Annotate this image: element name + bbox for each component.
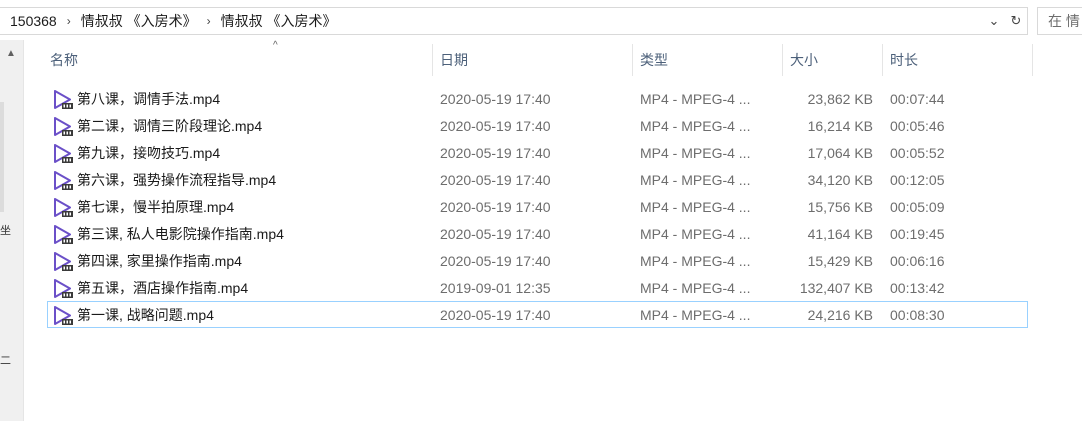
sort-ascending-icon: ^ — [273, 40, 278, 51]
file-duration: 00:05:52 — [890, 145, 945, 161]
file-duration: 00:12:05 — [890, 172, 945, 188]
file-type: MP4 - MPEG-4 ... — [640, 172, 751, 188]
navigation-pane[interactable]: ▲ 坐 二 — [0, 40, 24, 421]
breadcrumb-chevron-icon[interactable]: › — [203, 14, 215, 28]
file-type: MP4 - MPEG-4 ... — [640, 145, 751, 161]
file-row[interactable]: 第六课，强势操作流程指导.mp4 2020-05-19 17:40 MP4 - MP… — [47, 166, 1028, 193]
file-row[interactable]: 第五课，酒店操作指南.mp4 2019-09-01 12:35 MP4 - MPEG… — [47, 274, 1028, 301]
file-name: 第三课, 私人电影院操作指南.mp4 — [77, 226, 284, 242]
column-divider[interactable] — [782, 44, 783, 76]
file-row[interactable]: 第二课，调情三阶段理论.mp4 2020-05-19 17:40 MP4 - MPE… — [47, 112, 1028, 139]
video-file-icon — [52, 225, 74, 245]
file-type: MP4 - MPEG-4 ... — [640, 199, 751, 215]
refresh-icon[interactable]: ↻ — [1005, 8, 1027, 34]
column-header-date[interactable]: 日期 — [440, 44, 468, 76]
file-duration: 00:07:44 — [890, 91, 945, 107]
nav-item-fragment[interactable]: 二 — [0, 352, 11, 368]
file-type: MP4 - MPEG-4 ... — [640, 91, 751, 107]
search-input[interactable]: 在 情 — [1037, 7, 1082, 35]
breadcrumb-chevron-icon[interactable]: › — [63, 14, 75, 28]
file-date: 2020-05-19 17:40 — [440, 172, 551, 188]
address-dropdown-icon[interactable]: ⌄ — [983, 8, 1005, 34]
column-divider[interactable] — [432, 44, 433, 76]
file-duration: 00:08:30 — [890, 307, 945, 323]
nav-scrollbar-thumb[interactable] — [0, 102, 4, 212]
file-date: 2020-05-19 17:40 — [440, 199, 551, 215]
file-size: 41,164 KB — [807, 226, 873, 242]
file-date: 2020-05-19 17:40 — [440, 253, 551, 269]
column-divider[interactable] — [1032, 44, 1033, 76]
video-file-icon — [52, 171, 74, 191]
column-header-row: ^ 名称 日期 类型 大小 时长 — [40, 40, 1033, 76]
file-size: 34,120 KB — [807, 172, 873, 188]
video-file-icon — [52, 144, 74, 164]
file-row[interactable]: 第八课，调情手法.mp4 2020-05-19 17:40 MP4 - MPEG-4… — [47, 85, 1028, 112]
file-row[interactable]: 第三课, 私人电影院操作指南.mp4 2020-05-19 17:40 MP4 - … — [47, 220, 1028, 247]
file-type: MP4 - MPEG-4 ... — [640, 118, 751, 134]
file-name: 第四课, 家里操作指南.mp4 — [77, 253, 242, 269]
file-name: 第二课，调情三阶段理论.mp4 — [77, 118, 263, 134]
file-size: 24,216 KB — [807, 307, 873, 323]
column-header-type[interactable]: 类型 — [640, 44, 668, 76]
file-type: MP4 - MPEG-4 ... — [640, 280, 751, 296]
file-duration: 00:06:16 — [890, 253, 945, 269]
file-date: 2020-05-19 17:40 — [440, 145, 551, 161]
file-list: 第八课，调情手法.mp4 2020-05-19 17:40 MP4 - MPEG-4… — [47, 85, 1028, 328]
column-divider[interactable] — [882, 44, 883, 76]
file-type: MP4 - MPEG-4 ... — [640, 226, 751, 242]
file-size: 15,756 KB — [807, 199, 873, 215]
column-header-name[interactable]: 名称 — [50, 44, 78, 76]
file-date: 2019-09-01 12:35 — [440, 280, 551, 296]
file-name: 第五课，酒店操作指南.mp4 — [77, 280, 249, 296]
file-row[interactable]: 第一课, 战略问题.mp4 2020-05-19 17:40 MP4 - MPEG-… — [47, 301, 1028, 328]
file-size: 17,064 KB — [807, 145, 873, 161]
address-bar[interactable]: 150368 › 情叔叔 《入房术》 › 情叔叔 《入房术》 ⌄ ↻ — [0, 7, 1028, 35]
column-divider[interactable] — [632, 44, 633, 76]
file-name: 第七课，慢半拍原理.mp4 — [77, 199, 235, 215]
breadcrumb-folder-2[interactable]: 情叔叔 《入房术》 — [215, 11, 343, 31]
file-name: 第六课，强势操作流程指导.mp4 — [77, 172, 277, 188]
scroll-up-icon[interactable]: ▲ — [6, 48, 16, 59]
breadcrumb-root[interactable]: 150368 — [0, 13, 63, 29]
video-file-icon — [52, 198, 74, 218]
video-file-icon — [52, 117, 74, 137]
file-duration: 00:05:46 — [890, 118, 945, 134]
file-type: MP4 - MPEG-4 ... — [640, 253, 751, 269]
video-file-icon — [52, 279, 74, 299]
file-size: 16,214 KB — [807, 118, 873, 134]
file-duration: 00:05:09 — [890, 199, 945, 215]
file-date: 2020-05-19 17:40 — [440, 91, 551, 107]
nav-item-fragment[interactable]: 坐 — [0, 222, 11, 238]
column-header-size[interactable]: 大小 — [790, 44, 818, 76]
file-duration: 00:19:45 — [890, 226, 945, 242]
video-file-icon — [52, 90, 74, 110]
video-file-icon — [52, 306, 74, 326]
file-duration: 00:13:42 — [890, 280, 945, 296]
file-size: 23,862 KB — [807, 91, 873, 107]
file-date: 2020-05-19 17:40 — [440, 307, 551, 323]
file-date: 2020-05-19 17:40 — [440, 226, 551, 242]
file-name: 第一课, 战略问题.mp4 — [77, 307, 214, 323]
column-header-duration[interactable]: 时长 — [890, 44, 918, 76]
file-name: 第九课，接吻技巧.mp4 — [77, 145, 221, 161]
file-row[interactable]: 第七课，慢半拍原理.mp4 2020-05-19 17:40 MP4 - MPEG-… — [47, 193, 1028, 220]
file-row[interactable]: 第四课, 家里操作指南.mp4 2020-05-19 17:40 MP4 - MPE… — [47, 247, 1028, 274]
file-size: 15,429 KB — [807, 253, 873, 269]
file-row[interactable]: 第九课，接吻技巧.mp4 2020-05-19 17:40 MP4 - MPEG-4… — [47, 139, 1028, 166]
breadcrumb-folder-1[interactable]: 情叔叔 《入房术》 — [75, 11, 203, 31]
file-type: MP4 - MPEG-4 ... — [640, 307, 751, 323]
file-date: 2020-05-19 17:40 — [440, 118, 551, 134]
file-size: 132,407 KB — [799, 280, 873, 296]
file-name: 第八课，调情手法.mp4 — [77, 91, 221, 107]
video-file-icon — [52, 252, 74, 272]
